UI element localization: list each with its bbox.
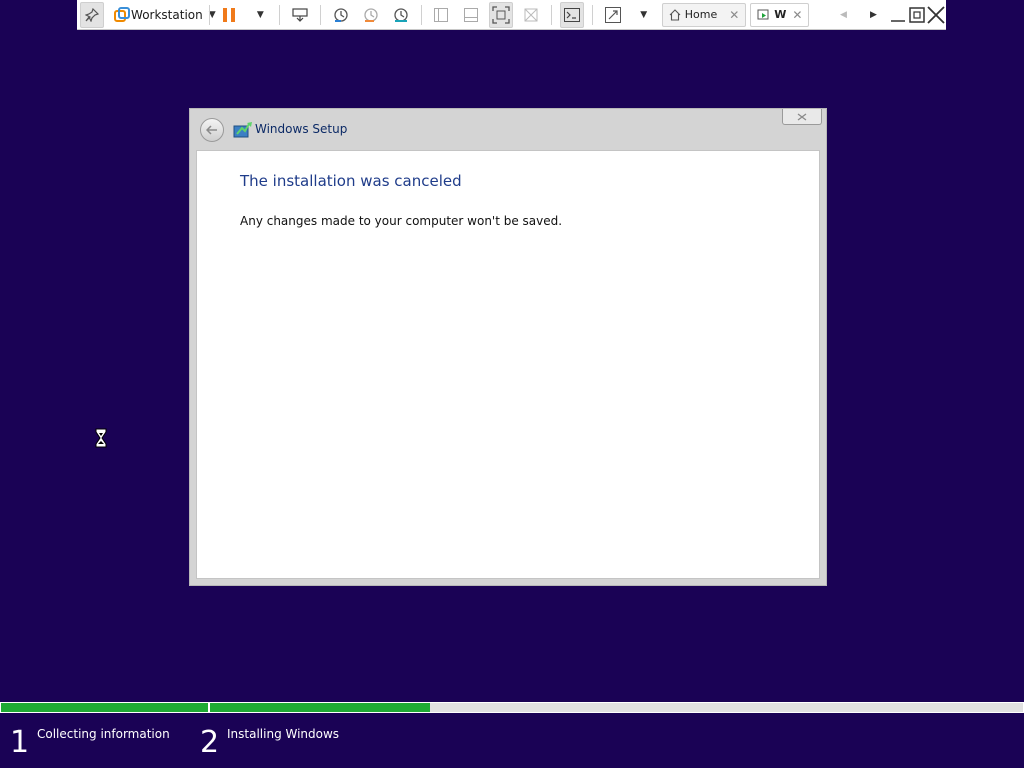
expand-icon bbox=[604, 6, 621, 23]
windows-setup-icon bbox=[233, 122, 252, 138]
pause-icon bbox=[223, 7, 236, 22]
power-options-dropdown[interactable]: ▼ bbox=[247, 2, 271, 28]
chevron-down-icon: ▼ bbox=[208, 9, 216, 20]
dialog-title-bar: Windows Setup bbox=[190, 109, 826, 149]
tab-vm[interactable]: W ✕ bbox=[750, 2, 810, 27]
setup-progress-bar bbox=[0, 702, 1024, 713]
close-icon[interactable]: ✕ bbox=[792, 8, 802, 22]
tab-home-label: Home bbox=[684, 8, 718, 21]
toolbar-divider bbox=[208, 4, 210, 25]
progress-fill bbox=[1, 703, 208, 712]
full-screen-button[interactable] bbox=[489, 1, 514, 28]
revert-snapshot-button[interactable] bbox=[359, 2, 383, 28]
toolbar-divider bbox=[420, 4, 422, 25]
scroll-tabs-left-button[interactable]: ◀ bbox=[831, 2, 855, 28]
toolbar-divider bbox=[279, 4, 281, 25]
snapshot-manager-icon bbox=[394, 7, 408, 22]
home-icon bbox=[669, 8, 681, 21]
tab-home[interactable]: Home ✕ bbox=[661, 2, 747, 27]
pin-icon bbox=[85, 7, 99, 22]
progress-segment-installing bbox=[209, 702, 1024, 713]
show-thumbnail-bar-button[interactable] bbox=[459, 2, 483, 28]
stretch-guest-button[interactable] bbox=[601, 2, 625, 28]
step-number: 2 bbox=[200, 725, 220, 760]
chevron-left-icon: ◀ bbox=[840, 9, 847, 20]
toolbar-divider bbox=[320, 4, 321, 25]
stretch-options-dropdown[interactable]: ▼ bbox=[631, 2, 655, 28]
chevron-down-icon: ▼ bbox=[256, 9, 264, 20]
hourglass-cursor-icon bbox=[95, 428, 107, 448]
vm-icon bbox=[757, 9, 769, 19]
close-icon[interactable]: ✕ bbox=[729, 8, 739, 22]
restore-button[interactable] bbox=[907, 2, 926, 28]
step-number: 1 bbox=[10, 725, 30, 760]
library-pane-icon bbox=[434, 7, 449, 22]
show-library-button[interactable] bbox=[429, 2, 453, 28]
arrow-left-icon bbox=[206, 125, 217, 135]
send-ctrl-alt-del-button[interactable] bbox=[288, 2, 312, 28]
windows-setup-dialog: Windows Setup The installation was cance… bbox=[189, 108, 827, 586]
thumbnail-bar-icon bbox=[464, 7, 479, 22]
chevron-down-icon: ▼ bbox=[640, 9, 648, 20]
keyboard-send-icon bbox=[292, 7, 308, 22]
unity-button[interactable] bbox=[519, 2, 543, 28]
unity-icon bbox=[524, 8, 538, 21]
revert-snapshot-icon bbox=[364, 7, 378, 22]
vm-toolbar: Workstation ▼ ▼ ▼ Home ✕ W ✕ ◀ ▶ bbox=[77, 0, 946, 30]
progress-fill bbox=[210, 703, 430, 712]
tab-vm-label: W bbox=[774, 8, 787, 21]
full-screen-icon bbox=[492, 5, 511, 24]
dialog-title: Windows Setup bbox=[255, 122, 348, 136]
dialog-close-button[interactable] bbox=[782, 109, 822, 125]
minimize-button[interactable] bbox=[888, 2, 907, 28]
back-button[interactable] bbox=[200, 118, 224, 142]
toolbar-divider bbox=[592, 4, 593, 25]
dialog-content: The installation was canceled Any change… bbox=[196, 150, 820, 579]
close-window-button[interactable] bbox=[926, 2, 946, 28]
toolbar-divider bbox=[551, 4, 553, 25]
progress-segment-collecting bbox=[0, 702, 209, 713]
page-title: The installation was canceled bbox=[240, 172, 462, 190]
close-icon bbox=[797, 112, 807, 121]
pause-vm-button[interactable] bbox=[217, 2, 241, 28]
pin-toolbar-button[interactable] bbox=[80, 1, 104, 28]
workstation-menu[interactable]: Workstation ▼ bbox=[131, 2, 216, 28]
minimize-icon bbox=[890, 19, 905, 22]
terminal-icon bbox=[564, 7, 581, 22]
status-message: Any changes made to your computer won't … bbox=[240, 214, 563, 228]
snapshot-manager-button[interactable] bbox=[389, 2, 413, 28]
step-label: Collecting information bbox=[37, 727, 170, 741]
step-label: Installing Windows bbox=[227, 727, 340, 741]
restore-icon bbox=[908, 6, 925, 23]
close-icon bbox=[927, 5, 945, 24]
console-view-button[interactable] bbox=[560, 1, 585, 28]
take-snapshot-button[interactable] bbox=[329, 2, 353, 28]
chevron-right-icon: ▶ bbox=[870, 9, 877, 20]
workstation-menu-label: Workstation bbox=[131, 7, 203, 22]
scroll-tabs-right-button[interactable]: ▶ bbox=[861, 2, 885, 28]
snapshot-icon bbox=[334, 7, 348, 22]
